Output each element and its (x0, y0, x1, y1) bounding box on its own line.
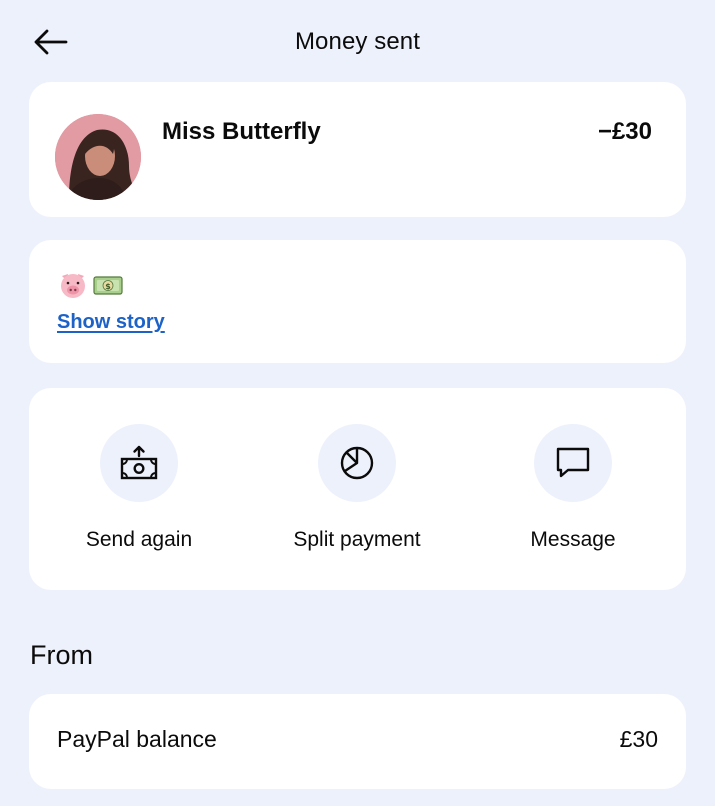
from-section-title: From (30, 640, 93, 670)
message-icon-circle (534, 424, 612, 502)
pig-face-icon (61, 274, 85, 298)
message-label: Message (530, 528, 616, 551)
payment-source-label: PayPal balance (57, 726, 217, 752)
dollar-banknote-icon: $ (93, 276, 123, 295)
split-payment-button[interactable]: Split payment (252, 424, 462, 560)
split-payment-label: Split payment (293, 528, 421, 551)
avatar (55, 114, 141, 200)
split-payment-icon-circle (318, 424, 396, 502)
recipient-card: Miss Butterfly −£30 (29, 82, 686, 217)
send-again-label: Send again (85, 528, 193, 551)
show-story-link[interactable]: Show story (57, 311, 165, 334)
page-title: Money sent (294, 28, 421, 55)
pie-chart-icon (340, 446, 374, 480)
story-card: $ Show story (29, 240, 686, 363)
story-emojis: $ (58, 270, 124, 300)
top-bar: Money sent (0, 0, 715, 86)
message-button[interactable]: Message (468, 424, 678, 560)
payment-source-card: PayPal balance £30 (29, 694, 686, 789)
message-icon (556, 447, 590, 478)
send-again-icon-circle (100, 424, 178, 502)
quick-actions-card: Send again Split payment Message (29, 388, 686, 590)
send-money-icon (120, 445, 158, 480)
svg-text:$: $ (105, 282, 111, 291)
recipient-name: Miss Butterfly (162, 118, 321, 145)
send-again-button[interactable]: Send again (34, 424, 244, 560)
payment-source-amount: £30 (619, 726, 658, 752)
transaction-amount: −£30 (597, 118, 652, 145)
